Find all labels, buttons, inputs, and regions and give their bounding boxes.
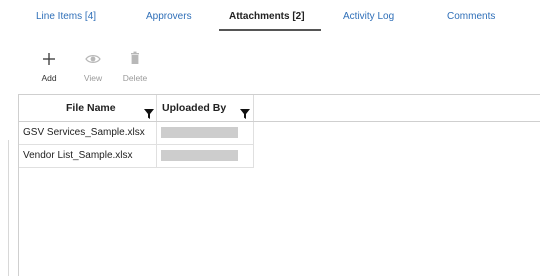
filter-icon[interactable] [240,103,250,119]
uploaded-by-cell [157,145,254,167]
tab-comments[interactable]: Comments [447,11,495,22]
delete-label: Delete [122,73,148,83]
trash-icon [118,50,152,68]
eye-icon [76,50,110,68]
column-header-uploaded-by[interactable]: Uploaded By [157,95,254,121]
tab-attachments[interactable]: Attachments [2] [229,11,305,22]
column-header-label: File Name [66,102,116,114]
column-header-label: Uploaded By [162,102,227,114]
view-button[interactable]: View [76,50,110,83]
redacted-value [161,127,238,138]
delete-button[interactable]: Delete [118,50,152,83]
tab-bar: Line Items [4] Approvers Attachments [2]… [0,0,540,34]
tab-approvers[interactable]: Approvers [146,11,192,22]
attachments-grid: File Name Uploaded By GSV Services_Sampl… [18,94,540,276]
add-button[interactable]: Add [32,50,66,83]
column-header-file-name[interactable]: File Name [19,95,157,121]
tab-line-items[interactable]: Line Items [4] [36,11,96,22]
file-name-cell[interactable]: Vendor List_Sample.xlsx [19,145,157,167]
filter-icon[interactable] [144,103,154,119]
table-row[interactable]: GSV Services_Sample.xlsx [19,122,254,145]
view-label: View [83,73,103,83]
panel-divider [8,140,9,276]
plus-icon [32,50,66,68]
uploaded-by-cell [157,122,254,144]
file-name-cell[interactable]: GSV Services_Sample.xlsx [19,122,157,144]
active-tab-indicator [219,29,321,31]
grid-header: File Name Uploaded By [19,95,540,122]
table-row[interactable]: Vendor List_Sample.xlsx [19,145,254,168]
add-label: Add [41,73,57,83]
tab-activity-log[interactable]: Activity Log [343,11,394,22]
redacted-value [161,150,238,161]
attachments-panel: Line Items [4] Approvers Attachments [2]… [0,0,540,276]
